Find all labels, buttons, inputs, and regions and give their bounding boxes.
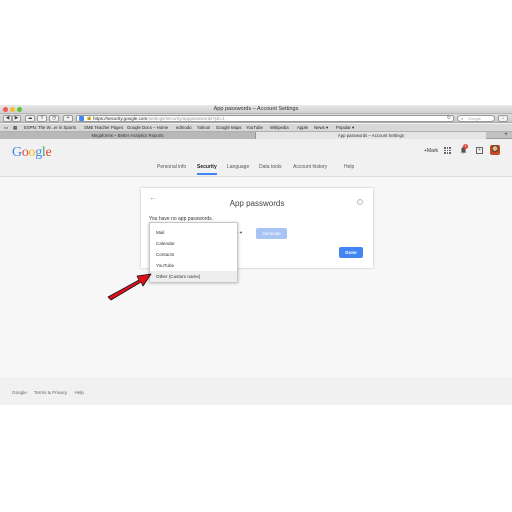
dropdown-option-other-custom-name[interactable]: Other (Custom name) (150, 271, 237, 282)
address-bar[interactable]: 🔒 https://security.google.com/settings/s… (76, 115, 454, 122)
bookmark-item[interactable]: Wikipedia (270, 124, 289, 132)
nav-data-tools[interactable]: Data tools (259, 164, 282, 170)
active-tab-indicator (197, 173, 217, 175)
bookmark-item[interactable]: ESPN: The W...er in Sports (24, 124, 76, 132)
logo-letter: g (35, 145, 42, 160)
top-sites-icon[interactable]: ▦ (13, 124, 17, 132)
bookmark-item[interactable]: Google Docs – Home (127, 124, 168, 132)
nav-account-history[interactable]: Account history (293, 164, 327, 170)
web-page: Google +Mark 1 + Personal info Security … (0, 140, 512, 405)
icloud-tabs-button[interactable]: ☁ (25, 115, 35, 122)
info-icon[interactable]: i (357, 199, 363, 205)
history-button[interactable]: ◷ (49, 115, 59, 122)
url-text: https://security.google.com/settings/sec… (93, 116, 225, 122)
bookmarks-bar: ▭ ▦ ESPN: The W...er in Sports SME Teach… (0, 124, 512, 132)
back-button[interactable]: ◀ (3, 115, 12, 122)
footer-help-link[interactable]: Help (75, 390, 84, 395)
footer-terms-link[interactable]: Terms & Privacy (34, 390, 67, 395)
google-logo[interactable]: Google (12, 145, 52, 161)
logo-letter: G (12, 145, 22, 160)
bookmark-item[interactable]: Popular ▾ (336, 124, 354, 132)
bookmark-item[interactable]: News ▾ (314, 124, 328, 132)
search-placeholder: Google (468, 116, 481, 121)
search-field[interactable]: ⌕ Google (457, 115, 495, 122)
nav-security[interactable]: Security (197, 164, 217, 170)
page-footer: Google Terms & Privacy Help (12, 390, 90, 395)
done-button[interactable]: Done (339, 247, 363, 258)
share-button[interactable]: ⇧ (37, 115, 47, 122)
forward-button[interactable]: ▶ (12, 115, 21, 122)
logo-letter: e (45, 145, 52, 160)
url-host: https://security.google.com (93, 116, 148, 121)
bookmark-item[interactable]: Yahoo! (197, 124, 210, 132)
tab-app-passwords[interactable]: App passwords – Account Settings (256, 132, 486, 139)
reload-icon[interactable]: ↻ (447, 115, 451, 121)
generate-button[interactable]: Generate (256, 228, 287, 239)
bookmark-item[interactable]: edmodo (176, 124, 192, 132)
tab-megaforms[interactable]: Megaforms – Better Analytics Reports (0, 132, 256, 139)
footer-google-link[interactable]: Google (12, 390, 27, 395)
browser-window: App passwords – Account Settings ◀ ▶ ☁ ⇧… (0, 105, 512, 405)
apps-grid-icon[interactable] (444, 147, 451, 154)
nav-help[interactable]: Help (344, 164, 354, 170)
title-bar: App passwords – Account Settings (0, 105, 512, 114)
avatar[interactable] (490, 145, 500, 155)
bookmark-item[interactable]: Apple (297, 124, 308, 132)
nav-language[interactable]: Language (227, 164, 249, 170)
browser-toolbar: ◀ ▶ ☁ ⇧ ◷ + 🔒 https://security.google.co… (0, 114, 512, 123)
dropdown-option-contacts[interactable]: Contacts (150, 249, 237, 260)
share-plus-icon[interactable]: + (476, 147, 483, 154)
tab-bar: Megaforms – Better Analytics Reports App… (0, 132, 512, 139)
reading-list-icon[interactable]: ▭ (4, 124, 8, 132)
google-header: Google +Mark 1 + Personal info Security … (0, 140, 512, 178)
google-plus-link[interactable]: +Mark (424, 148, 438, 154)
bookmark-item[interactable]: SME Teacher Pages (84, 124, 123, 132)
select-app-dropdown-menu: Mail Calendar Contacts YouTube Other (Cu… (149, 222, 238, 282)
new-tab-button[interactable]: + (500, 132, 512, 139)
add-tab-button[interactable]: + (63, 115, 73, 122)
annotation-arrow-icon (107, 273, 152, 301)
bookmark-item[interactable]: Google Maps (216, 124, 242, 132)
notification-count-badge: 1 (463, 144, 468, 149)
window-title: App passwords – Account Settings (213, 106, 299, 112)
search-icon: ⌕ (461, 116, 464, 121)
favicon-icon (79, 116, 84, 121)
downloads-button[interactable]: ↓ (498, 115, 508, 122)
dropdown-option-mail[interactable]: Mail (150, 227, 237, 238)
card-title: App passwords (229, 199, 285, 208)
lock-icon: 🔒 (86, 115, 93, 121)
account-nav: Personal info Security Language Data too… (0, 162, 512, 176)
url-path: /settings/security/apppasswords?pli=1 (147, 116, 225, 121)
logo-letter: o (21, 145, 29, 160)
nav-personal-info[interactable]: Personal info (157, 164, 186, 170)
dropdown-option-youtube[interactable]: YouTube (150, 260, 237, 271)
dropdown-option-calendar[interactable]: Calendar (150, 238, 237, 249)
bookmark-item[interactable]: YouTube (246, 124, 263, 132)
